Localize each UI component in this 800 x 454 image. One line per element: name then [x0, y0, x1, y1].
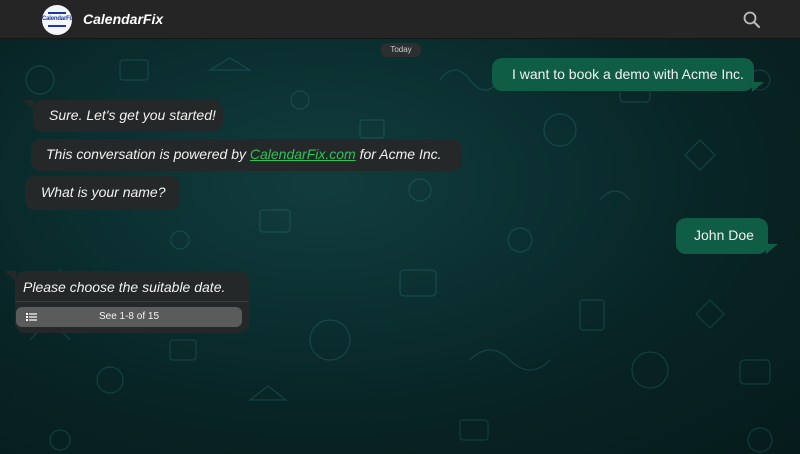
app-title: CalendarFix	[83, 11, 164, 27]
message-text: What is your name?	[41, 184, 166, 200]
calendarfix-link[interactable]: CalendarFix.com	[250, 146, 356, 162]
message-outgoing: I want to book a demo with Acme Inc.	[492, 58, 754, 91]
message-text-prefix: This conversation is powered by	[46, 146, 250, 162]
message-outgoing: John Doe	[676, 218, 768, 254]
see-options-label: See 1-8 of 15	[98, 311, 160, 322]
search-icon	[743, 11, 760, 28]
see-options-button[interactable]: See 1-8 of 15	[16, 307, 242, 327]
message-text: John Doe	[694, 227, 754, 243]
date-divider: Today	[381, 43, 421, 57]
message-incoming: What is your name?	[25, 176, 180, 210]
app-header: CalendarFix CalendarFix	[0, 0, 800, 39]
message-incoming-with-options: Please choose the suitable date. See 1-8…	[15, 271, 249, 333]
message-incoming: Sure. Let's get you started!	[33, 100, 223, 132]
search-button[interactable]	[742, 10, 762, 30]
app-logo: CalendarFix	[42, 5, 72, 35]
bubble-tail	[766, 244, 778, 254]
chat-window: CalendarFix CalendarFix Today I want to …	[0, 0, 800, 454]
logo-wordmark: CalendarFix	[42, 16, 72, 22]
message-text: Please choose the suitable date.	[23, 279, 226, 295]
divider	[15, 301, 249, 302]
list-icon	[26, 313, 37, 321]
message-text: Sure. Let's get you started!	[49, 107, 216, 123]
bubble-tail	[752, 82, 764, 92]
message-text: I want to book a demo with Acme Inc.	[512, 66, 744, 82]
message-incoming: This conversation is powered by Calendar…	[31, 139, 462, 171]
message-text-suffix: for Acme Inc.	[355, 146, 442, 162]
